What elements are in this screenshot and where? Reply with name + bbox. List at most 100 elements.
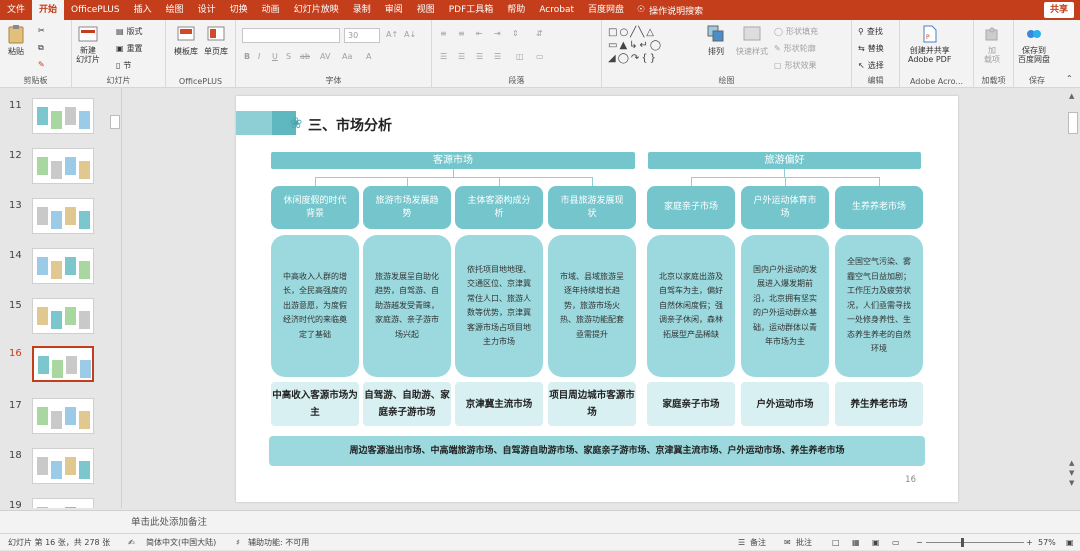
single-page-lib-button[interactable]: 单页库 xyxy=(204,24,228,57)
slide-thumbnail[interactable]: 13 xyxy=(0,198,121,244)
menu-tab[interactable]: Acrobat xyxy=(532,0,581,20)
menu-tab[interactable]: 帮助 xyxy=(500,0,532,20)
create-pdf-button[interactable]: P 创建并共享 Adobe PDF xyxy=(908,24,951,64)
slide-thumbnail[interactable]: 11 xyxy=(0,98,121,144)
select-button[interactable]: ↖ 选择 xyxy=(858,60,884,71)
slide-thumbnail[interactable]: 14 xyxy=(0,248,121,294)
line-spacing-icon[interactable]: ⇕ xyxy=(512,29,519,38)
slide-thumbnail[interactable]: 18 xyxy=(0,448,121,494)
fit-slide-icon[interactable]: ▣ xyxy=(1066,534,1074,551)
menu-tab[interactable]: 插入 xyxy=(127,0,159,20)
menu-tab[interactable]: 百度网盘 xyxy=(581,0,631,20)
menu-tab[interactable]: 动画 xyxy=(255,0,287,20)
strikethrough-icon[interactable]: ab xyxy=(300,52,310,61)
slide-thumbnail[interactable]: 19 xyxy=(0,498,121,508)
addins-button[interactable]: 加 载项 xyxy=(982,24,1002,64)
zoom-out-icon[interactable]: − xyxy=(916,534,923,551)
align-right-icon[interactable]: ☰ xyxy=(476,52,483,61)
slide-canvas[interactable]: ❀ 三、市场分析 客源市场 旅游偏好 休闲度假的时代背景 中高收入人群的增长，全民… xyxy=(236,96,958,502)
align-center-icon[interactable]: ☰ xyxy=(458,52,465,61)
align-left-icon[interactable]: ☰ xyxy=(440,52,447,61)
bold-icon[interactable]: B xyxy=(244,52,250,61)
slide-thumbnail[interactable]: 17 xyxy=(0,398,121,444)
arrange-button[interactable]: 排列 xyxy=(706,24,726,57)
description-box: 中高收入人群的增长，全民高强度的出游意愿，为度假经济时代的来临奠定了基础 xyxy=(271,235,359,377)
grow-font-icon[interactable]: A↑ xyxy=(386,30,398,39)
layout-button[interactable]: ▤ 版式 xyxy=(116,26,143,37)
font-color-icon[interactable]: A xyxy=(366,52,371,61)
shape-outline-button[interactable]: ✎ 形状轮廓 xyxy=(774,43,816,54)
slide-thumbnail[interactable]: 15 xyxy=(0,298,121,344)
menu-tab[interactable]: OfficePLUS xyxy=(64,0,127,20)
format-painter-icon[interactable]: ✎ xyxy=(38,60,45,69)
slide-thumbnail[interactable]: 12 xyxy=(0,148,121,194)
save-baidu-button[interactable]: 保存到 百度网盘 xyxy=(1018,24,1050,64)
menu-tab[interactable]: 开始 xyxy=(32,0,65,20)
notes-pane[interactable]: 单击此处添加备注 xyxy=(123,510,1080,533)
notes-toggle-button[interactable]: 备注 xyxy=(750,534,766,551)
replace-button[interactable]: ⇆ 替换 xyxy=(858,43,884,54)
thumbnail-scrollbar[interactable] xyxy=(109,90,121,508)
collapse-ribbon-icon[interactable]: ⌃ xyxy=(1066,74,1073,83)
copy-icon[interactable]: ⧉ xyxy=(38,43,44,53)
editor-scroll-thumb[interactable] xyxy=(1068,112,1078,134)
numbering-icon[interactable]: ≡ xyxy=(458,29,465,38)
section-button[interactable]: ▯ 节 xyxy=(116,60,131,71)
font-size-field[interactable]: 30 xyxy=(344,28,380,43)
increase-indent-icon[interactable]: ⇥ xyxy=(494,29,501,38)
change-case-icon[interactable]: Aa xyxy=(342,52,352,61)
reset-button[interactable]: ▣ 重置 xyxy=(116,43,143,54)
underline-icon[interactable]: U xyxy=(272,52,278,61)
comments-button[interactable]: 批注 xyxy=(796,534,812,551)
template-lib-button[interactable]: 模板库 xyxy=(174,24,198,57)
find-button[interactable]: ⚲ 查找 xyxy=(858,26,883,37)
menu-tab[interactable]: 绘图 xyxy=(159,0,191,20)
quick-styles-button[interactable]: 快速样式 xyxy=(736,24,768,57)
smartart-icon[interactable]: ▭ xyxy=(536,52,544,61)
menu-tab[interactable]: 设计 xyxy=(191,0,223,20)
font-name-field[interactable] xyxy=(242,28,340,43)
text-direction-icon[interactable]: ⇵ xyxy=(536,29,543,38)
menu-tab[interactable]: 切换 xyxy=(223,0,255,20)
editor-scrollbar[interactable]: ▲ ▲ ▼ ▼ xyxy=(1066,88,1080,510)
thumbnail-scroll-thumb[interactable] xyxy=(110,115,120,129)
columns-icon[interactable]: ◫ xyxy=(516,52,524,61)
accessibility-status[interactable]: 辅助功能: 不可用 xyxy=(248,534,309,551)
language-status[interactable]: 简体中文(中国大陆) xyxy=(146,534,216,551)
italic-icon[interactable]: I xyxy=(258,52,260,61)
menu-tab[interactable]: 视图 xyxy=(410,0,442,20)
menu-tab[interactable]: 审阅 xyxy=(378,0,410,20)
menu-tab[interactable]: PDF工具箱 xyxy=(442,0,501,20)
slideshow-icon[interactable]: ▭ xyxy=(892,534,900,551)
bullets-icon[interactable]: ≡ xyxy=(440,29,447,38)
shape-fill-button[interactable]: ◯ 形状填充 xyxy=(774,26,818,37)
scroll-up-icon[interactable]: ▲ xyxy=(1069,92,1074,100)
shape-effects-button[interactable]: ▢ 形状效果 xyxy=(774,60,817,71)
spellcheck-icon[interactable]: ✍ xyxy=(128,534,135,551)
zoom-level[interactable]: 57% xyxy=(1038,534,1056,551)
zoom-slider[interactable] xyxy=(926,542,1024,543)
slide-thumbnail[interactable]: 16 xyxy=(0,346,121,392)
zoom-in-icon[interactable]: + xyxy=(1026,534,1033,551)
normal-view-icon[interactable]: □ xyxy=(832,534,840,551)
menu-tab[interactable]: 文件 xyxy=(0,0,32,20)
cut-icon[interactable]: ✂ xyxy=(38,26,45,35)
scroll-down-icon[interactable]: ▲ ▼ ▼ xyxy=(1069,458,1074,488)
zoom-slider-thumb[interactable] xyxy=(961,538,965,547)
comments-icon[interactable]: ✉ xyxy=(784,534,791,551)
share-button[interactable]: 共享 xyxy=(1043,2,1074,18)
slide-sorter-icon[interactable]: ▦ xyxy=(852,534,860,551)
new-slide-button[interactable]: 新建 幻灯片 xyxy=(76,24,100,64)
menu-tab[interactable]: 幻灯片放映 xyxy=(287,0,346,20)
search-box[interactable]: ☉ 操作说明搜索 xyxy=(637,4,703,17)
char-spacing-icon[interactable]: AV xyxy=(320,52,330,61)
shadow-icon[interactable]: S xyxy=(286,52,291,61)
reading-view-icon[interactable]: ▣ xyxy=(872,534,880,551)
menu-tab[interactable]: 录制 xyxy=(346,0,378,20)
notes-toggle-icon[interactable]: ☰ xyxy=(738,534,745,551)
shrink-font-icon[interactable]: A↓ xyxy=(404,30,416,39)
decrease-indent-icon[interactable]: ⇤ xyxy=(476,29,483,38)
justify-icon[interactable]: ☰ xyxy=(494,52,501,61)
shapes-gallery[interactable]: □○╱╲△ ▭▲↳↵◯ ◢◯↷{} xyxy=(608,26,694,68)
paste-button[interactable]: 粘贴 xyxy=(6,24,26,57)
